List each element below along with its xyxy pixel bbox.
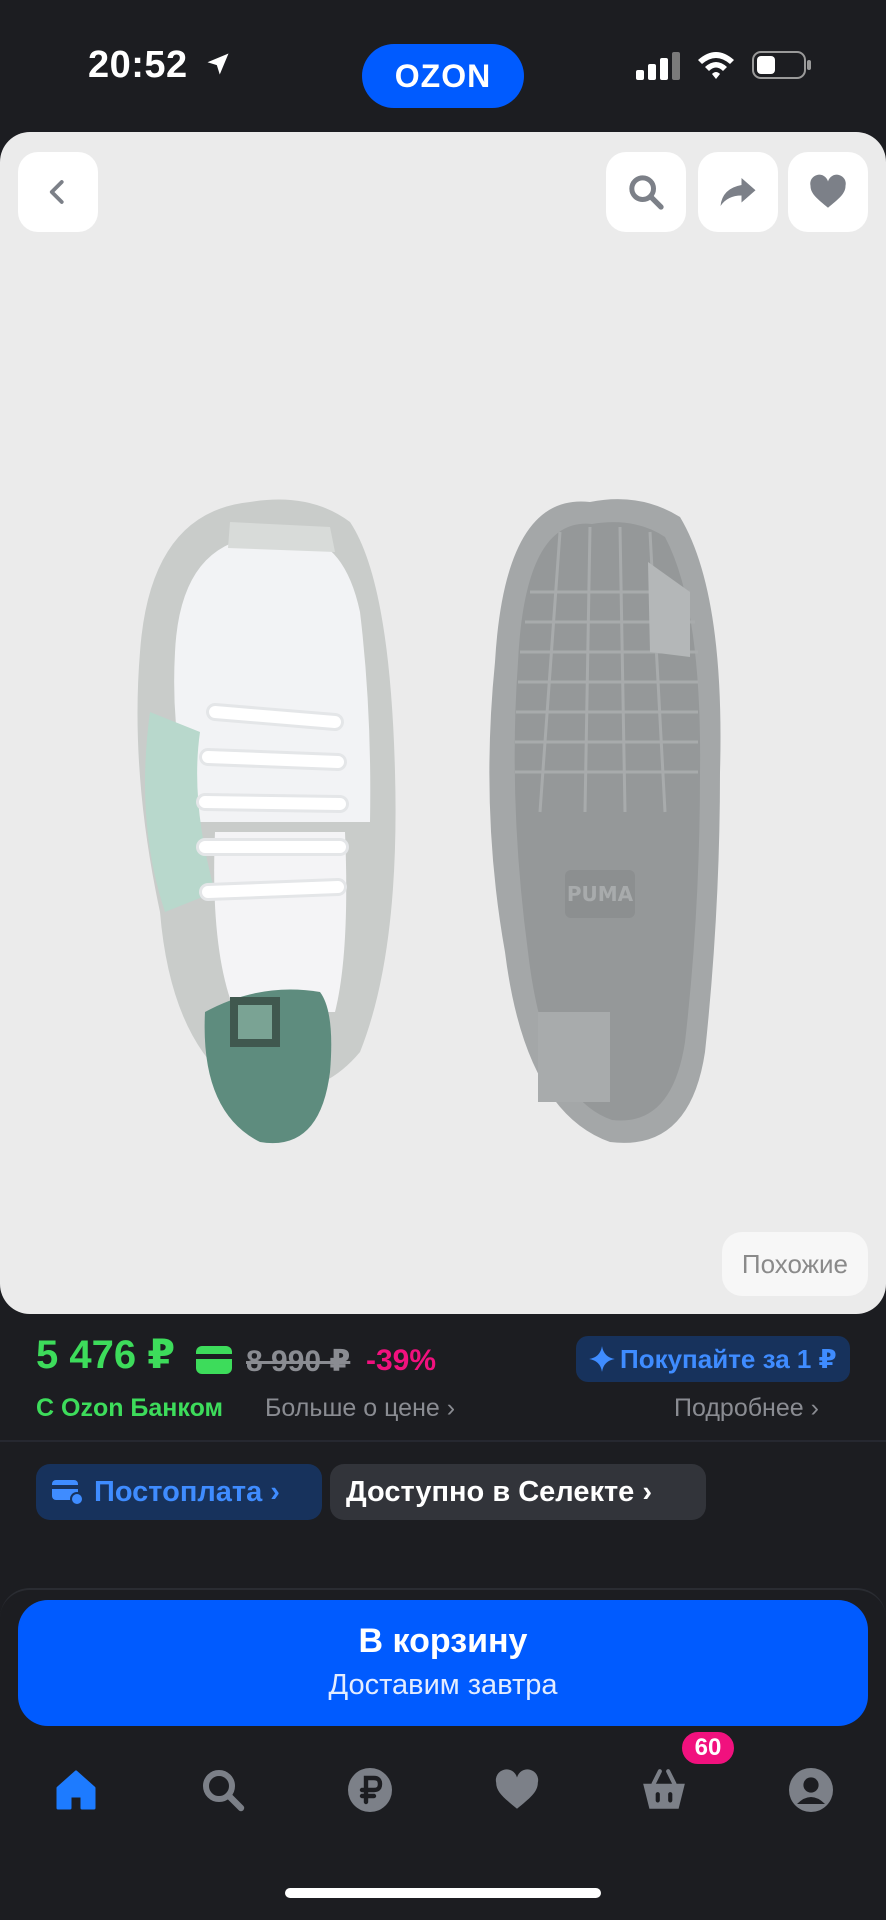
old-price: 8 990 ₽ xyxy=(246,1345,351,1378)
ozon-bank-label[interactable]: С Ozon Банком xyxy=(36,1394,223,1423)
image-search-button[interactable] xyxy=(606,152,686,232)
more-about-price-link[interactable]: Больше о цене › xyxy=(265,1394,455,1423)
product-image-gallery[interactable]: PUMA Похожие xyxy=(0,132,886,1314)
search-icon xyxy=(629,175,664,210)
wifi-icon xyxy=(698,52,734,79)
select-label: Доступно в Селекте xyxy=(346,1475,635,1508)
sole-brand-mark: PUMA xyxy=(567,882,634,906)
tab-favorites[interactable] xyxy=(487,1760,547,1820)
bottom-panel: В корзину Доставим завтра 60 xyxy=(0,1588,886,1920)
similar-products-button[interactable]: Похожие xyxy=(721,1232,868,1296)
postpay-label: Постоплата xyxy=(94,1475,263,1508)
divider xyxy=(0,1440,886,1442)
bank-card-icon xyxy=(196,1346,232,1374)
share-button[interactable] xyxy=(698,152,778,232)
tab-cart[interactable] xyxy=(634,1760,694,1820)
basket-icon xyxy=(643,1769,685,1809)
tab-home[interactable] xyxy=(46,1760,106,1820)
ruble-icon xyxy=(348,1768,392,1812)
delivery-subtitle: Доставим завтра xyxy=(328,1669,558,1701)
tab-bar: 60 xyxy=(0,1730,886,1840)
sneaker-top-view xyxy=(137,499,396,1144)
cart-count-badge: 60 xyxy=(680,1730,736,1766)
details-label: Подробнее xyxy=(674,1394,804,1422)
favorite-button[interactable] xyxy=(788,152,868,232)
buy-for-1-ruble-label: Покупайте за 1 ₽ xyxy=(620,1343,837,1374)
price-block: 5 476 ₽ 8 990 ₽ -39% С Ozon Банком Больш… xyxy=(0,1318,886,1438)
share-icon xyxy=(720,178,756,206)
location-arrow-icon xyxy=(207,53,229,75)
chevron-left-icon xyxy=(49,180,64,204)
profile-icon xyxy=(789,1768,833,1812)
heart-icon xyxy=(495,1769,539,1809)
details-link[interactable]: Подробнее › xyxy=(674,1394,819,1423)
chevron-right-icon: › xyxy=(262,1475,280,1508)
back-button[interactable] xyxy=(18,152,98,232)
select-chip[interactable]: Доступно в Селекте › xyxy=(330,1464,706,1520)
sneaker-image: PUMA xyxy=(137,499,721,1144)
tab-search[interactable] xyxy=(193,1760,253,1820)
chevron-right-icon: › xyxy=(446,1394,456,1422)
add-to-cart-title: В корзину xyxy=(358,1622,528,1660)
current-price: 5 476 ₽ xyxy=(36,1333,176,1377)
home-icon xyxy=(56,1770,96,1810)
postpay-card-icon xyxy=(52,1480,84,1506)
search-icon xyxy=(203,1770,245,1812)
ozon-logo[interactable]: OZON xyxy=(362,44,524,108)
service-chips: Постоплата › Доступно в Селекте › xyxy=(0,1444,886,1564)
buy-for-1-ruble-button[interactable]: Покупайте за 1 ₽ xyxy=(576,1336,850,1382)
chevron-right-icon: › xyxy=(810,1394,819,1422)
status-bar: 20:52 OZON xyxy=(0,0,886,130)
postpay-chip[interactable]: Постоплата › xyxy=(36,1464,322,1520)
tab-finance[interactable] xyxy=(340,1760,400,1820)
sparkle-icon xyxy=(589,1346,615,1372)
heart-icon xyxy=(810,174,846,208)
signal-icon xyxy=(636,52,680,80)
discount-badge: -39% xyxy=(366,1344,437,1377)
tab-profile[interactable] xyxy=(781,1760,841,1820)
home-indicator[interactable] xyxy=(285,1888,601,1898)
more-about-price-label: Больше о цене xyxy=(265,1394,440,1422)
battery-icon xyxy=(752,51,811,79)
chevron-right-icon: › xyxy=(634,1475,653,1508)
sneaker-sole-view: PUMA xyxy=(489,499,721,1143)
add-to-cart-button[interactable]: В корзину Доставим завтра xyxy=(18,1600,868,1726)
status-time: 20:52 xyxy=(88,44,188,86)
